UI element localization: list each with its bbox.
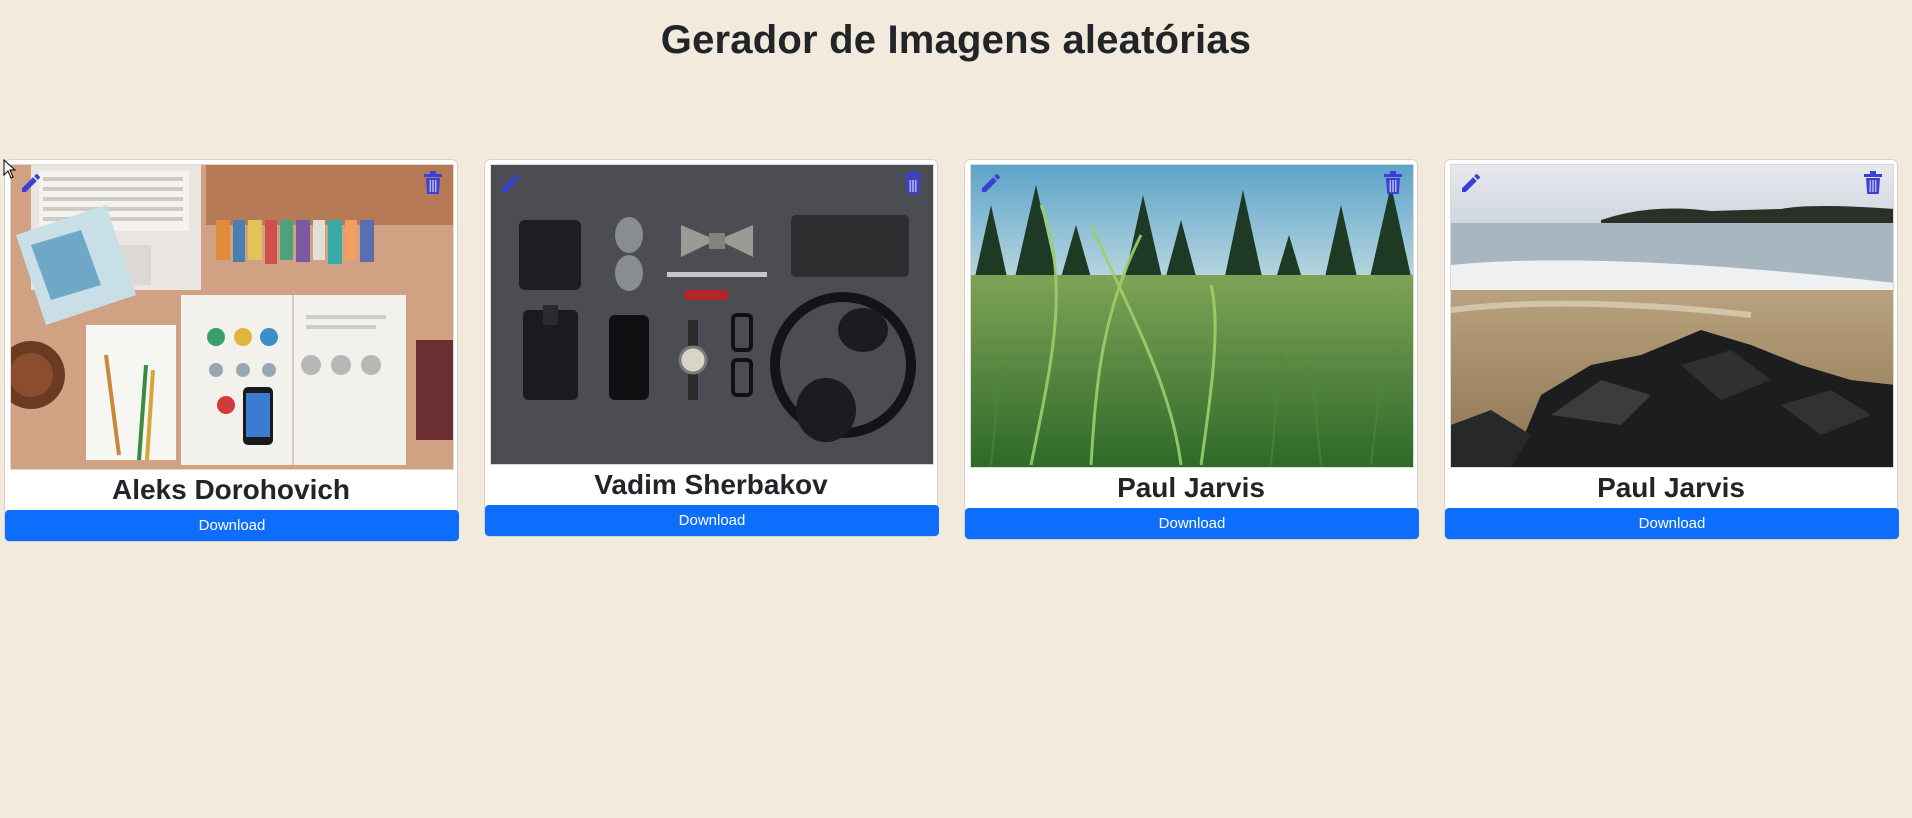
pencil-icon	[22, 173, 41, 192]
card-image	[1450, 164, 1894, 468]
page-title: Gerador de Imagens aleatórias	[660, 18, 1252, 62]
author-name: Vadim Sherbakov	[594, 469, 828, 500]
rocky-beach-photo	[1451, 165, 1893, 467]
edit-button[interactable]	[1457, 169, 1485, 197]
image-card: Paul Jarvis Download	[964, 159, 1419, 540]
card-image	[970, 164, 1414, 468]
grass-field-photo	[971, 165, 1413, 467]
card-image	[490, 164, 934, 465]
author-name: Paul Jarvis	[1597, 472, 1745, 503]
image-card: Paul Jarvis Download	[1444, 159, 1899, 540]
author-name: Aleks Dorohovich	[111, 474, 351, 505]
trash-icon	[904, 171, 922, 194]
trash-icon	[424, 171, 442, 194]
trash-icon	[1384, 171, 1402, 194]
image-card: Vadim Sherbakov Download	[484, 159, 939, 537]
edit-button[interactable]	[17, 169, 45, 197]
mouse-cursor-icon	[3, 159, 17, 179]
pencil-icon	[502, 173, 521, 192]
delete-button[interactable]	[899, 169, 927, 197]
download-button[interactable]: Download	[965, 508, 1419, 539]
edit-button[interactable]	[977, 169, 1005, 197]
download-button[interactable]: Download	[1445, 508, 1899, 539]
pencil-icon	[1462, 173, 1481, 192]
edit-button[interactable]	[497, 169, 525, 197]
image-card: Aleks Dorohovich Download	[4, 159, 459, 542]
desk-flatlay-photo	[11, 165, 453, 469]
accessories-flatlay-photo	[491, 165, 933, 464]
delete-button[interactable]	[419, 169, 447, 197]
download-button[interactable]: Download	[5, 510, 459, 541]
delete-button[interactable]	[1859, 169, 1887, 197]
card-image	[10, 164, 454, 470]
download-button[interactable]: Download	[485, 505, 939, 536]
delete-button[interactable]	[1379, 169, 1407, 197]
author-name: Paul Jarvis	[1117, 472, 1265, 503]
trash-icon	[1864, 171, 1882, 194]
pencil-icon	[982, 173, 1001, 192]
